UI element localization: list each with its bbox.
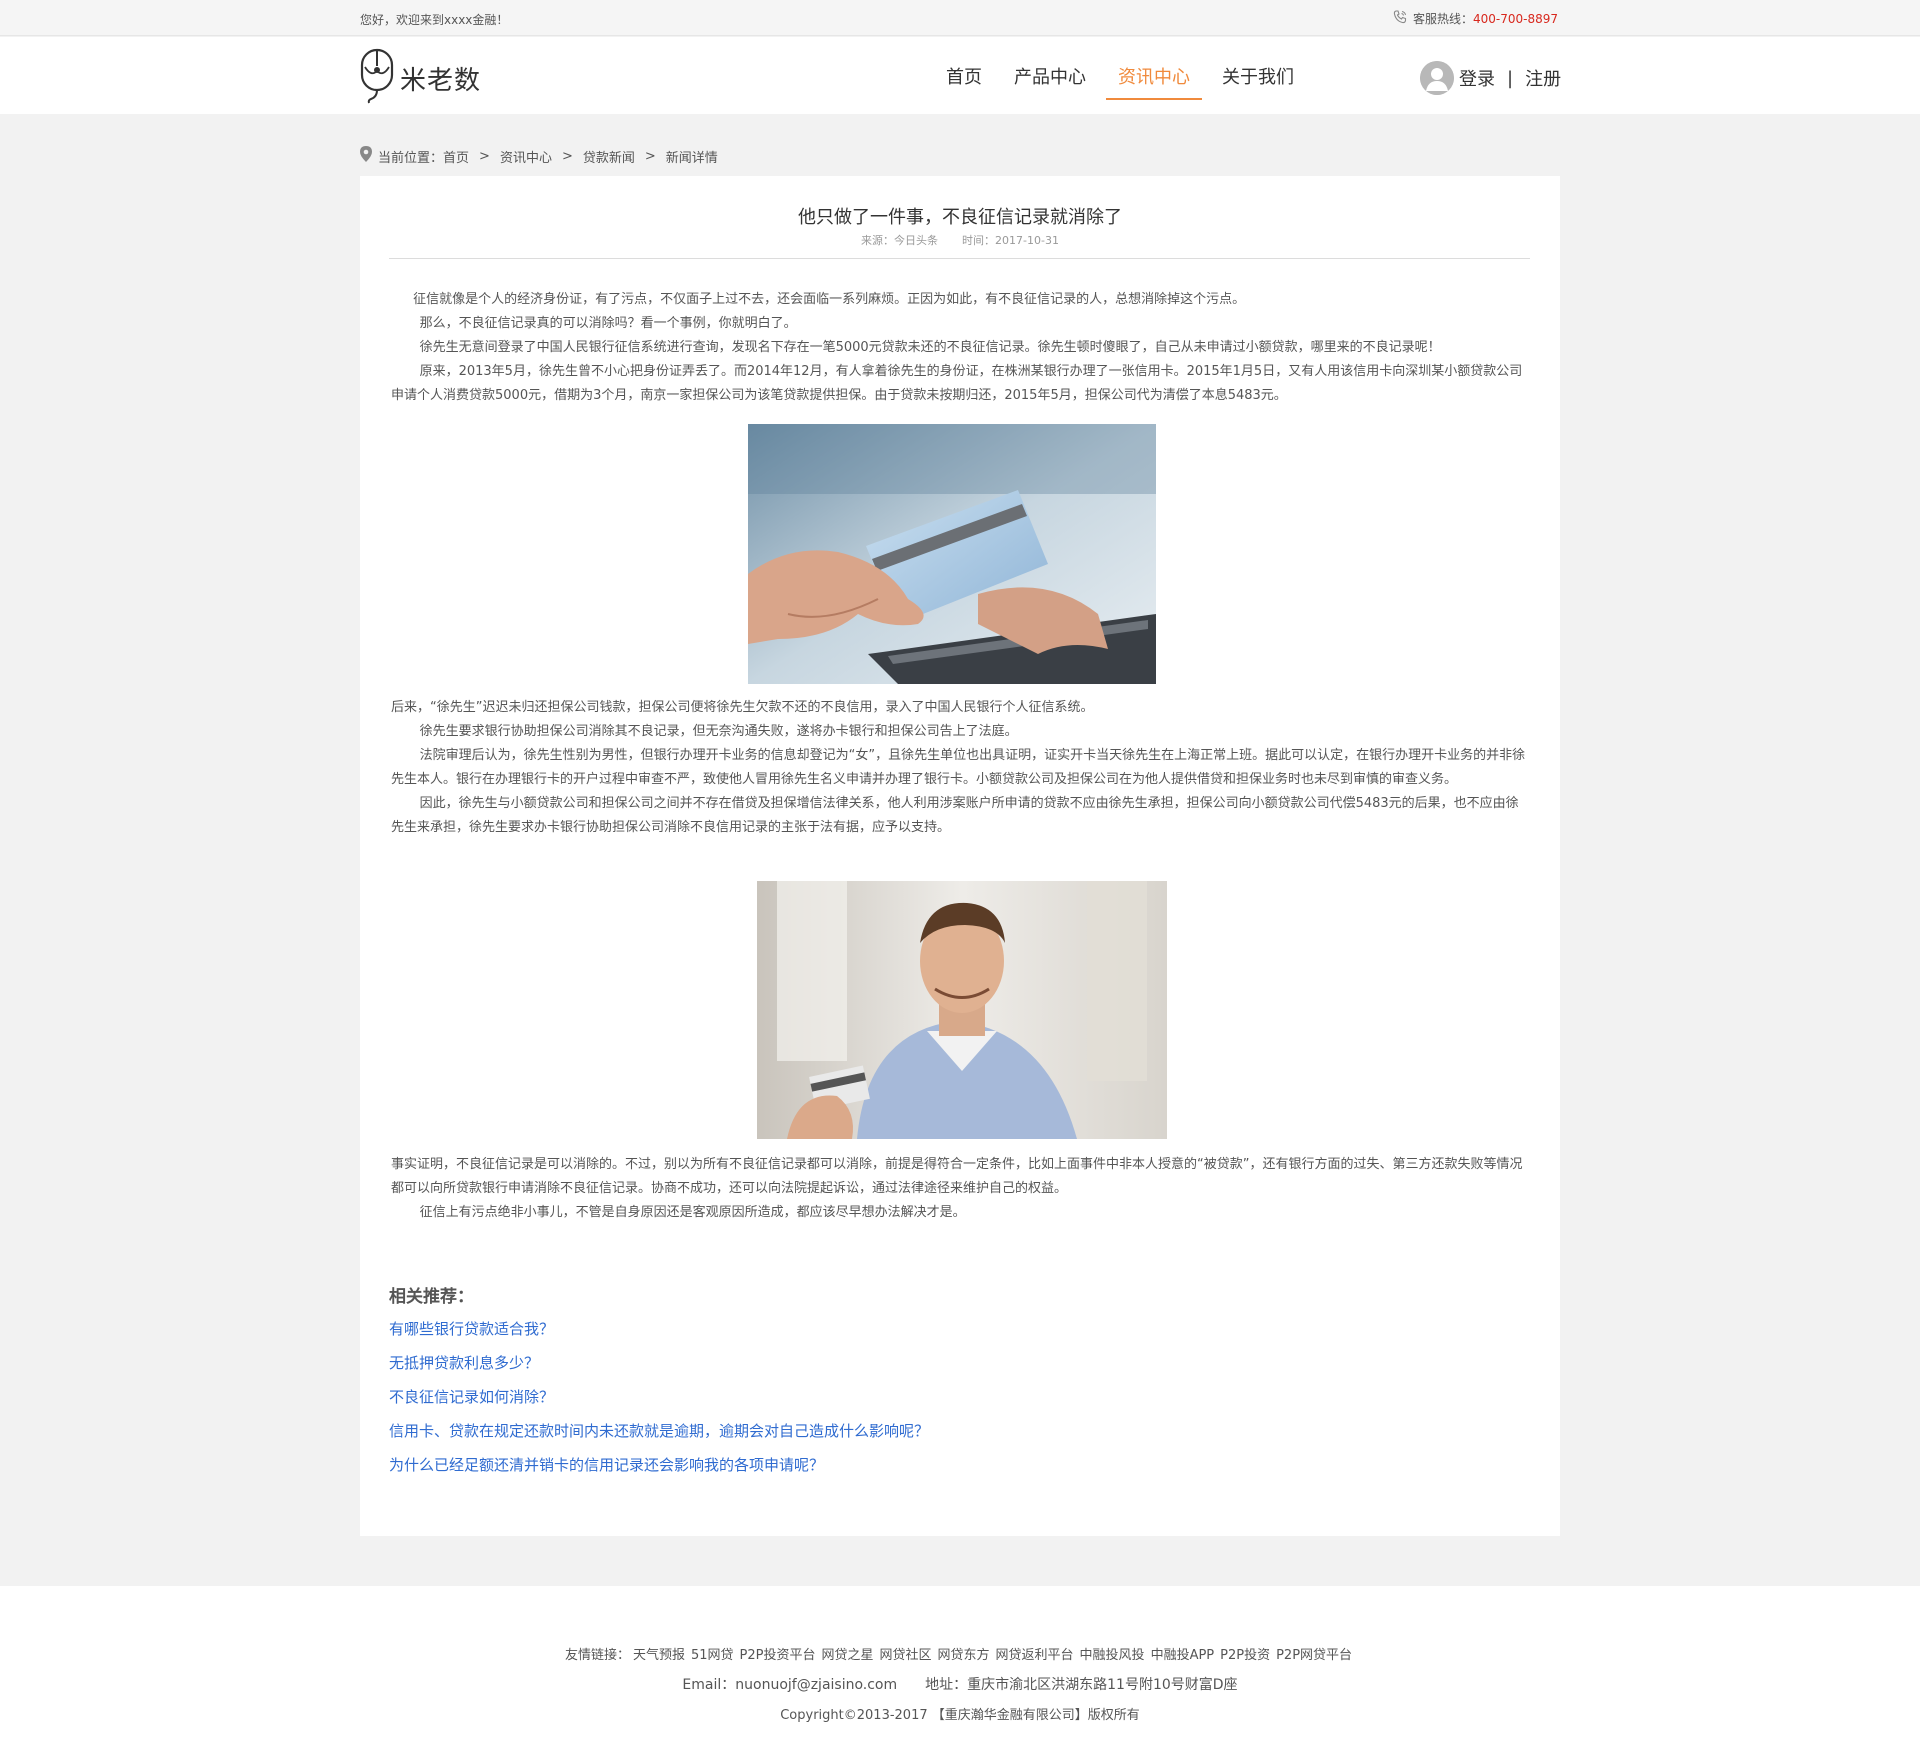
login-link[interactable]: 登录 [1459, 65, 1495, 91]
nav-news[interactable]: 资讯中心 [1106, 37, 1202, 114]
friend-link[interactable]: P2P投资平台 [740, 1648, 816, 1663]
article-meta: 来源：今日头条 时间：2017-10-31 [360, 232, 1560, 248]
breadcrumb-news-center[interactable]: 资讯中心 [500, 147, 552, 166]
related-link[interactable]: 有哪些银行贷款适合我？ [389, 1318, 929, 1352]
friend-link[interactable]: 网贷之星 [821, 1648, 873, 1663]
article-body-section-1: 征信就像是个人的经济身份证，有了污点，不仅面子上过不去，还会面临一系列麻烦。正因… [391, 288, 1529, 408]
related-link[interactable]: 为什么已经足额还清并销卡的信用记录还会影响我的各项申请呢？ [389, 1454, 929, 1488]
auth-area: 登录 | 注册 [1420, 61, 1561, 95]
mouse-logo-icon [360, 47, 394, 109]
location-pin-icon [360, 146, 372, 166]
contact-info: Email：nuonuojf@zjaisino.com 地址：重庆市渝北区洪湖东路… [0, 1674, 1920, 1694]
nav-about[interactable]: 关于我们 [1210, 37, 1306, 114]
nav-products[interactable]: 产品中心 [1002, 37, 1098, 114]
footer-address: 地址：重庆市渝北区洪湖东路11号附10号财富D座 [925, 1677, 1238, 1693]
friend-link[interactable]: 网贷返利平台 [996, 1648, 1074, 1663]
paragraph: 那么，不良征信记录真的可以消除吗？看一个事例，你就明白了。 [419, 316, 797, 331]
paragraph: 徐先生无意间登录了中国人民银行征信系统进行查询，发现名下存在一笔5000元贷款未… [419, 340, 1441, 355]
site-header: 米老数 首页 产品中心 资讯中心 关于我们 登录 | 注册 [0, 37, 1920, 114]
friend-link[interactable]: 中融投风投 [1080, 1648, 1145, 1663]
paragraph: 原来，2013年5月，徐先生曾不小心把身份证弄丢了。而2014年12月，有人拿着… [391, 364, 1523, 403]
paragraph: 因此，徐先生与小额贷款公司和担保公司之间并不存在借贷及担保增信法律关系，他人利用… [391, 796, 1519, 835]
related-link[interactable]: 无抵押贷款利息多少？ [389, 1352, 929, 1386]
article-body-section-3: 事实证明，不良征信记录是可以消除的。不过，别以为所有不良征信记录都可以消除，前提… [391, 1153, 1529, 1225]
user-avatar-icon [1420, 61, 1454, 95]
related-list: 有哪些银行贷款适合我？ 无抵押贷款利息多少？ 不良征信记录如何消除？ 信用卡、贷… [389, 1318, 929, 1488]
article-title: 他只做了一件事，不良征信记录就消除了 [798, 207, 1122, 228]
smiling-man-with-card-image [757, 881, 1167, 1139]
article-body-section-2: 后来，“徐先生”迟迟未归还担保公司钱款，担保公司便将徐先生欠款不还的不良信用，录… [391, 696, 1529, 840]
logo[interactable]: 米老数 [360, 47, 481, 109]
friend-link[interactable]: P2P网贷平台 [1276, 1648, 1352, 1663]
related-title: 相关推荐： [389, 1287, 474, 1307]
paragraph: 徐先生要求银行协助担保公司消除其不良记录，但无奈沟通失败，遂将办卡银行和担保公司… [419, 724, 1018, 739]
article-time: 时间：2017-10-31 [962, 234, 1059, 247]
article-source: 来源：今日头条 [861, 234, 939, 247]
breadcrumb-loan-news[interactable]: 贷款新闻 [583, 147, 635, 166]
site-footer: 友情链接： 天气预报 51网贷 P2P投资平台 网贷之星 网贷社区 网贷东方 网贷返利平台 中融… [0, 1586, 1920, 1752]
hotline-number: 400-700-8897 [1472, 11, 1558, 26]
breadcrumb-separator: > [644, 148, 656, 164]
friend-links-label: 友情链接： [564, 1648, 630, 1663]
hotline: 客服热线： 400-700-8897 [1393, 10, 1558, 27]
friend-link[interactable]: 51网贷 [691, 1648, 734, 1663]
breadcrumb-home[interactable]: 首页 [443, 147, 469, 166]
auth-separator: | [1507, 67, 1514, 89]
main-nav: 首页 产品中心 资讯中心 关于我们 [930, 37, 1310, 114]
footer-email: Email：nuonuojf@zjaisino.com [682, 1677, 898, 1693]
phone-icon [1393, 10, 1407, 27]
logo-text: 米老数 [400, 65, 482, 96]
breadcrumb-prefix: 当前位置： [378, 150, 444, 166]
article-card: 他只做了一件事，不良征信记录就消除了 来源：今日头条 时间：2017-10-31 … [360, 176, 1560, 1536]
paragraph: 征信上有污点绝非小事儿，不管是自身原因还是客观原因所造成，都应该尽早想办法解决才… [419, 1205, 966, 1220]
friend-link[interactable]: 中融投APP [1151, 1648, 1215, 1663]
welcome-text: 您好，欢迎来到xxxx金融！ [360, 13, 509, 27]
register-link[interactable]: 注册 [1525, 65, 1561, 91]
paragraph: 事实证明，不良征信记录是可以消除的。不过，别以为所有不良征信记录都可以消除，前提… [391, 1157, 1523, 1196]
title-divider [389, 258, 1530, 259]
friend-links: 友情链接： 天气预报 51网贷 P2P投资平台 网贷之星 网贷社区 网贷东方 网贷返利平台 中融… [0, 1644, 1920, 1663]
paragraph: 征信就像是个人的经济身份证，有了污点，不仅面子上过不去，还会面临一系列麻烦。正因… [413, 292, 1246, 307]
breadcrumb-current: 新闻详情 [665, 150, 718, 166]
breadcrumb-separator: > [479, 148, 490, 164]
nav-home[interactable]: 首页 [934, 37, 994, 114]
related-link[interactable]: 信用卡、贷款在规定还款时间内未还款就是逾期，逾期会对自己造成什么影响呢？ [389, 1420, 929, 1454]
breadcrumb-separator: > [561, 148, 573, 164]
related-link[interactable]: 不良征信记录如何消除？ [389, 1386, 929, 1420]
paragraph: 法院审理后认为，徐先生性别为男性，但银行办理开卡业务的信息却登记为“女”，且徐先… [391, 748, 1526, 787]
friend-link[interactable]: P2P投资 [1220, 1648, 1270, 1663]
top-bar: 您好，欢迎来到xxxx金融！ 客服热线： 400-700-8897 [0, 0, 1920, 36]
paragraph: 后来，“徐先生”迟迟未归还担保公司钱款，担保公司便将徐先生欠款不还的不良信用，录… [391, 700, 1094, 715]
friend-link[interactable]: 网贷社区 [880, 1648, 932, 1663]
breadcrumb: 当前位置： 首页 > 资讯中心 > 贷款新闻 > 新闻详情 [360, 146, 718, 166]
hotline-label: 客服热线： [1412, 12, 1473, 26]
friend-link[interactable]: 网贷东方 [938, 1648, 990, 1663]
copyright: Copyright©2013-2017 【重庆瀚华金融有限公司】版权所有 [780, 1708, 1140, 1723]
credit-card-laptop-image [748, 424, 1156, 684]
friend-link[interactable]: 天气预报 [633, 1648, 685, 1663]
